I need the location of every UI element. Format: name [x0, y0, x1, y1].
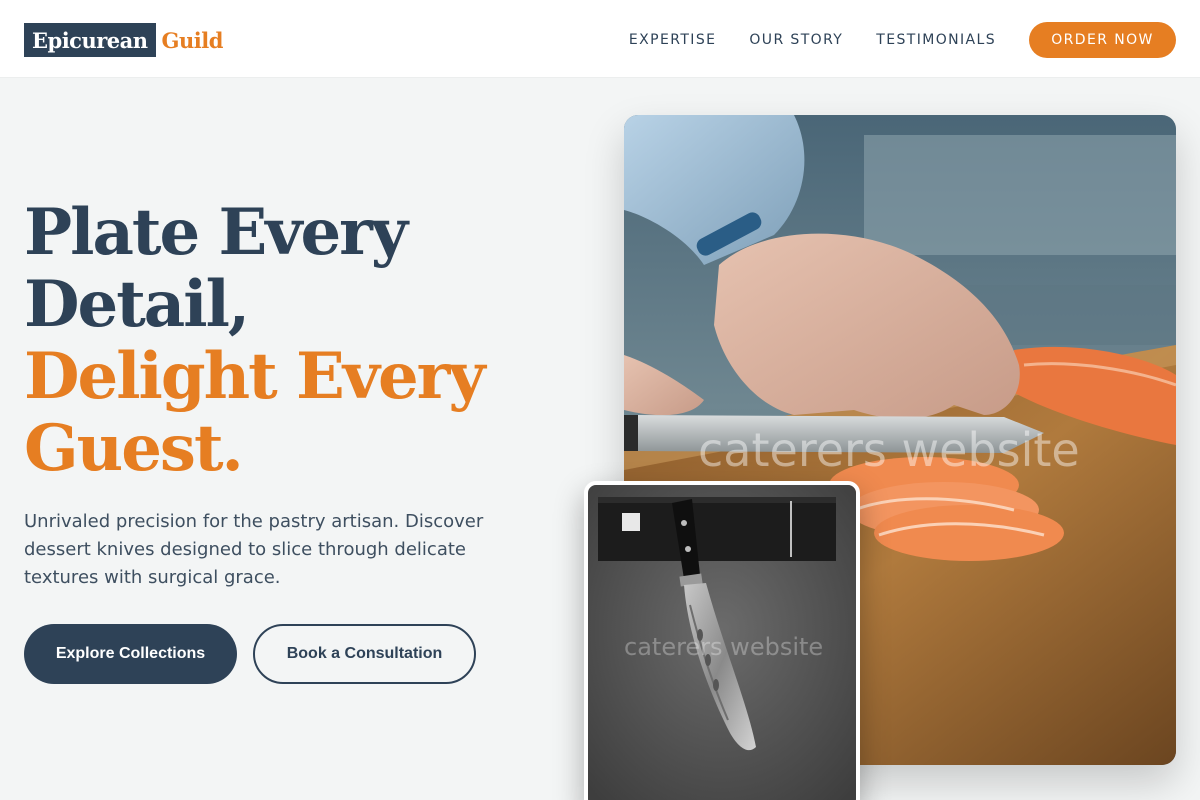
santoku-knife-photo: caterers website: [584, 481, 860, 800]
order-now-button[interactable]: ORDER NOW: [1029, 22, 1176, 58]
nav-link-our-story[interactable]: OUR STORY: [749, 32, 843, 48]
site-header: Epicurean Guild EXPERTISE OUR STORY TEST…: [0, 0, 1200, 78]
brand-name: Epicurean: [24, 23, 156, 57]
hero-title: Plate Every Detail, Delight Every Guest.: [24, 197, 584, 485]
book-consultation-button[interactable]: Book a Consultation: [253, 624, 476, 684]
hero-subtitle: Unrivaled precision for the pastry artis…: [24, 511, 484, 588]
explore-collections-button[interactable]: Explore Collections: [24, 624, 237, 684]
image-watermark: caterers website: [624, 633, 824, 661]
nav-link-testimonials[interactable]: TESTIMONIALS: [876, 32, 996, 48]
hero-title-line: Detail,: [24, 267, 250, 342]
brand-accent: Guild: [161, 27, 224, 53]
hero-title-accent-line: Guest.: [24, 411, 244, 486]
hero-title-line: Plate Every: [24, 195, 408, 270]
nav-link-expertise[interactable]: EXPERTISE: [629, 32, 716, 48]
main-nav: EXPERTISE OUR STORY TESTIMONIALS ORDER N…: [629, 22, 1176, 58]
hero-title-accent-line: Delight Every: [24, 339, 486, 414]
brand-logo[interactable]: Epicurean Guild: [24, 23, 223, 57]
image-watermark: caterers website: [698, 423, 1080, 477]
